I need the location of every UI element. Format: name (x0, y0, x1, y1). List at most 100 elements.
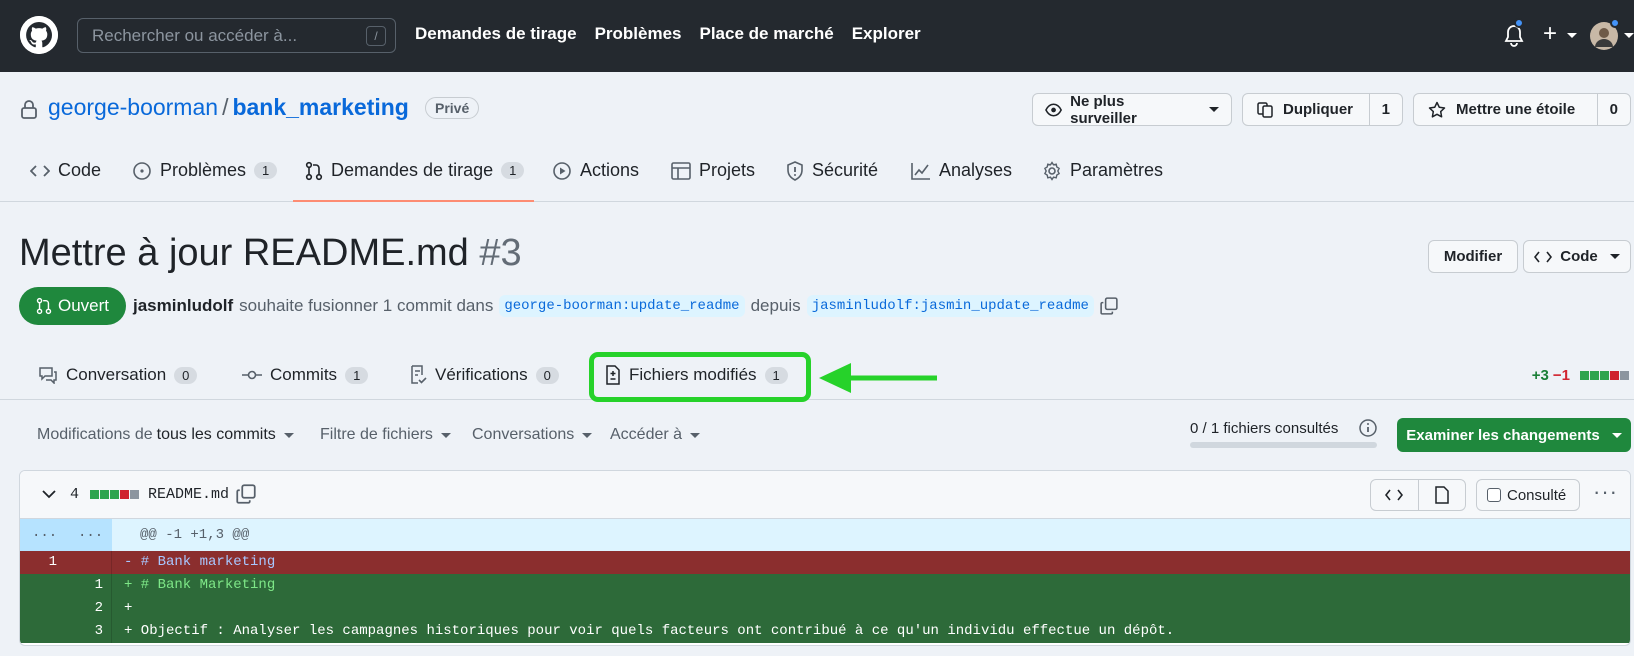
changes-from-dropdown[interactable]: Modifications de tous les commits (37, 426, 294, 444)
viewed-files-count: 0 / 1 fichiers consultés (1190, 420, 1339, 437)
info-icon[interactable] (1358, 418, 1378, 438)
tab-security[interactable]: Sécurité (786, 160, 878, 181)
create-new-button[interactable]: + (1543, 20, 1557, 48)
author-link[interactable]: jasminludolf (133, 296, 233, 316)
head-branch[interactable]: jasminludolf:jasmin_update_readme (806, 295, 1094, 317)
copy-icon[interactable] (1100, 297, 1118, 315)
nav-issues[interactable]: Problèmes (595, 24, 682, 44)
chevron-down-icon (1209, 107, 1219, 112)
checklist-icon (411, 365, 427, 384)
chevron-down-icon (1609, 254, 1620, 259)
diffstat-bar (1580, 371, 1629, 380)
file-name[interactable]: README.md (148, 486, 229, 503)
tab-conversation[interactable]: Conversation 0 (38, 365, 198, 385)
search-shortcut-hint: / (366, 26, 386, 46)
repo-name-link[interactable]: bank_marketing (232, 94, 408, 120)
fork-action[interactable]: Dupliquer (1243, 101, 1369, 118)
issues-counter: 1 (254, 162, 278, 179)
shield-icon (787, 160, 803, 181)
chevron-down-icon (690, 432, 701, 438)
eye-icon (1045, 103, 1063, 116)
github-logo-icon[interactable] (20, 16, 58, 54)
search-input[interactable]: Rechercher ou accéder à... / (77, 18, 396, 53)
more-options-icon[interactable]: ··· (1593, 479, 1618, 505)
tab-insights[interactable]: Analyses (911, 160, 1012, 181)
notifications-bell-icon[interactable] (1503, 24, 1525, 48)
diff-line-addition: 2 + (20, 597, 1630, 620)
source-view-button[interactable] (1371, 480, 1419, 510)
edit-button[interactable]: Modifier (1428, 240, 1518, 273)
comment-icon (39, 367, 57, 384)
chevron-down-icon (283, 432, 294, 438)
tab-commits[interactable]: Commits 1 (242, 365, 369, 385)
viewed-progress-bar (1190, 442, 1377, 448)
hunk-header: ... ... @@ -1 +1,3 @@ (20, 519, 1630, 551)
chevron-down-icon (1611, 432, 1622, 438)
file-filter-dropdown[interactable]: Filtre de fichiers (320, 426, 451, 444)
issue-icon (133, 161, 151, 180)
nav-marketplace[interactable]: Place de marché (700, 24, 834, 44)
notification-dot (1514, 18, 1524, 28)
highlight-box (589, 352, 811, 402)
star-action[interactable]: Mettre une étoile (1414, 101, 1597, 119)
conversation-counter: 0 (174, 366, 198, 384)
copy-icon[interactable] (236, 484, 256, 504)
gutter-divider (20, 551, 112, 643)
tab-projects[interactable]: Projets (671, 160, 755, 181)
code-icon (1385, 489, 1404, 501)
viewed-checkbox[interactable]: Consulté (1476, 479, 1580, 511)
tab-checks[interactable]: Vérifications 0 (409, 365, 559, 385)
graph-icon (911, 162, 930, 180)
repo-title: george-boorman / bank_marketing (48, 94, 409, 120)
tab-code[interactable]: Code (30, 160, 101, 181)
commits-counter: 1 (345, 366, 369, 384)
file-change-count: 4 (70, 486, 80, 503)
file-icon (1435, 486, 1449, 504)
annotation-arrow-icon (819, 363, 937, 393)
code-icon (30, 164, 50, 177)
visibility-badge: Privé (425, 97, 480, 119)
pull-request-icon (305, 161, 323, 180)
code-dropdown-button[interactable]: Code (1523, 240, 1631, 273)
chevron-down-icon (440, 432, 451, 438)
tab-actions[interactable]: Actions (552, 160, 639, 181)
hunk-text: @@ -1 +1,3 @@ (140, 527, 250, 543)
table-icon (671, 161, 691, 180)
top-header: Rechercher ou accéder à... / Demandes de… (0, 0, 1634, 72)
star-button[interactable]: Mettre une étoile 0 (1413, 93, 1631, 126)
file-diffstat-bar (90, 490, 139, 499)
tab-settings[interactable]: Paramètres (1042, 160, 1163, 181)
diff-line-addition: 3 + Objectif : Analyser les campagnes hi… (20, 620, 1630, 643)
repo-owner-link[interactable]: george-boorman (48, 94, 218, 120)
duplicate-icon (1257, 101, 1273, 118)
pull-requests-counter: 1 (501, 162, 525, 179)
star-icon (1428, 101, 1446, 118)
fork-count: 1 (1368, 94, 1402, 125)
play-icon (553, 161, 571, 180)
pr-meta: jasminludolf souhaite fusionner 1 commit… (133, 295, 1118, 317)
nav-explore[interactable]: Explorer (852, 24, 921, 44)
tab-pull-requests[interactable]: Demandes de tirage 1 (305, 160, 525, 181)
conversations-dropdown[interactable]: Conversations (472, 426, 593, 444)
page-title: Mettre à jour README.md #3 (19, 232, 522, 274)
chevron-down-icon (1620, 33, 1634, 38)
tab-issues[interactable]: Problèmes 1 (132, 160, 278, 181)
fork-button[interactable]: Dupliquer 1 (1242, 93, 1403, 126)
code-icon (1534, 251, 1553, 262)
view-toggle (1370, 479, 1466, 511)
review-changes-button[interactable]: Examiner les changements (1397, 418, 1631, 452)
selected-tab-indicator (293, 200, 534, 202)
base-branch[interactable]: george-boorman:update_readme (499, 295, 745, 317)
diff-line-text: + # Bank Marketing (124, 577, 276, 593)
chevron-down-icon[interactable] (42, 489, 56, 499)
diff-line-text: - # Bank marketing (124, 554, 276, 570)
diff-line-addition: 1 + # Bank Marketing (20, 574, 1630, 597)
lock-icon (20, 100, 38, 120)
watch-button[interactable]: Ne plus surveiller (1032, 93, 1232, 127)
checkbox-box[interactable] (1487, 488, 1501, 502)
global-nav: Demandes de tirage Problèmes Place de ma… (415, 24, 921, 44)
jump-to-dropdown[interactable]: Accéder à (610, 426, 701, 444)
diff-stats: +3 −1 (1532, 367, 1629, 384)
nav-pull-requests[interactable]: Demandes de tirage (415, 24, 577, 44)
rich-view-button[interactable] (1419, 480, 1466, 510)
